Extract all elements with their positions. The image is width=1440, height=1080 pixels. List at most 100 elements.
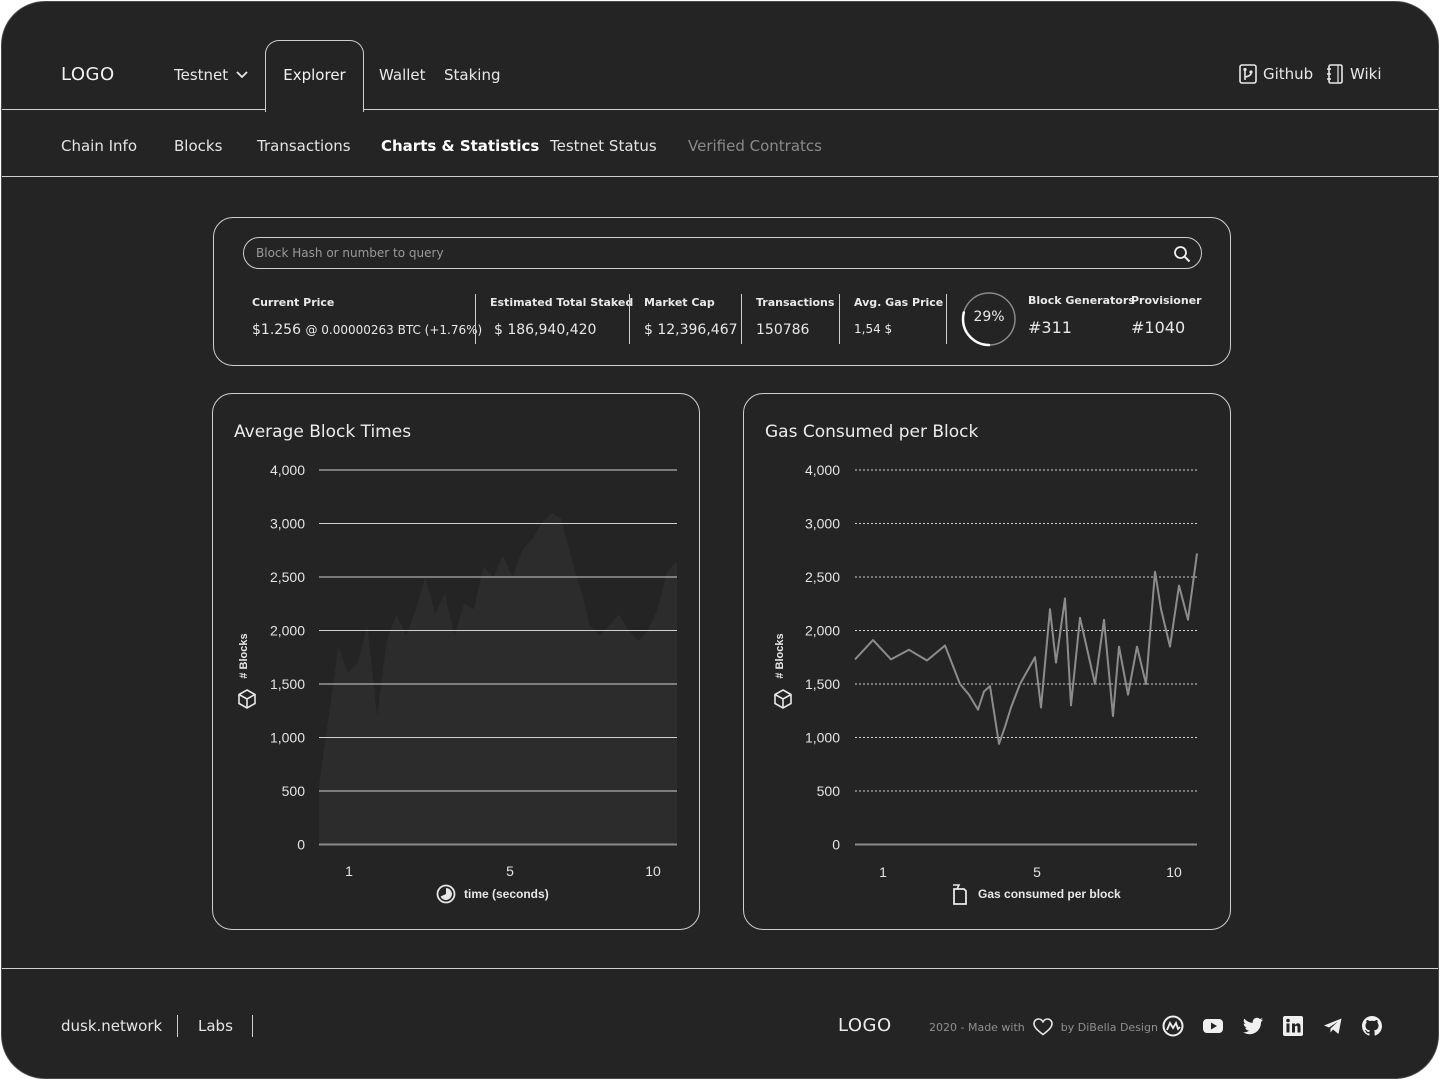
stat-label: Estimated Total Staked xyxy=(490,296,634,309)
stat-value: 150786 xyxy=(756,322,810,338)
github-link[interactable]: Github xyxy=(1239,64,1313,84)
y-tick-label: 4,000 xyxy=(805,462,840,478)
github-link-label: Github xyxy=(1263,65,1314,83)
y-axis-label: # Blocks xyxy=(238,633,250,678)
stat-market-cap: Market Cap $ 12,396,467 xyxy=(644,296,738,338)
search-bar xyxy=(243,237,1202,269)
stat-transactions: Transactions 150786 xyxy=(756,296,834,338)
tab-explorer-label: Explorer xyxy=(283,66,346,84)
coinmarketcap-icon[interactable] xyxy=(1162,1015,1184,1037)
stat-value: $ 186,940,420 xyxy=(494,322,597,338)
network-selector[interactable]: Testnet xyxy=(174,66,248,84)
y-tick-label: 2,000 xyxy=(805,623,840,639)
subnav-transactions[interactable]: Transactions xyxy=(257,137,351,155)
stat-label: Transactions xyxy=(756,296,835,309)
stat-label: Avg. Gas Price xyxy=(854,296,944,309)
credit-prefix: 2020 - Made with xyxy=(929,1020,1025,1034)
footer-credit: 2020 - Made with by DiBella Design xyxy=(929,1018,1158,1036)
stat-total-staked: Estimated Total Staked $ 186,940,420 xyxy=(490,296,633,338)
x-tick-label: 5 xyxy=(506,863,514,879)
stat-value: #1040 xyxy=(1131,318,1186,337)
y-tick-label: 1,000 xyxy=(270,730,305,746)
stat-value: $1.256 @ 0.00000263 BTC (+1.76%) xyxy=(252,322,482,338)
clock-icon xyxy=(436,884,456,904)
chart-card-block-times: Average Block Times 4,000 3,000 2,500 2,000… xyxy=(212,393,700,930)
wiki-link-label: Wiki xyxy=(1350,65,1382,83)
fuel-can-icon xyxy=(953,884,967,905)
y-tick-label: 3,000 xyxy=(270,516,305,532)
top-nav: LOGO Testnet Explorer Wallet Staking Git… xyxy=(2,2,1438,112)
x-axis-label: time (seconds) xyxy=(464,887,549,901)
search-icon[interactable] xyxy=(1173,245,1191,263)
cube-icon xyxy=(774,689,792,709)
divider xyxy=(839,294,840,344)
y-tick-label: 2,500 xyxy=(805,569,840,585)
chart-gas-consumed: 4,000 3,000 2,500 2,000 1,500 1,000 500 0 1 5 10 # … xyxy=(774,462,1198,905)
tab-staking[interactable]: Staking xyxy=(444,66,500,84)
stat-label: Market Cap xyxy=(644,296,715,309)
subnav-charts-statistics[interactable]: Charts & Statistics xyxy=(381,137,539,155)
notebook-icon xyxy=(1327,64,1343,84)
y-axis-label: # Blocks xyxy=(774,633,786,678)
y-tick-label: 2,000 xyxy=(270,623,305,639)
cube-icon xyxy=(238,689,256,709)
footer: dusk.network Labs LOGO 2020 - Made with … xyxy=(2,968,1438,1078)
y-tick-label: 3,000 xyxy=(805,516,840,532)
tab-explorer[interactable]: Explorer xyxy=(265,40,364,112)
x-axis-label: Gas consumed per block xyxy=(978,887,1121,901)
divider xyxy=(946,294,947,344)
credit-suffix: by DiBella Design xyxy=(1060,1020,1158,1034)
divider xyxy=(177,1015,178,1037)
subnav-blocks[interactable]: Blocks xyxy=(174,137,222,155)
x-tick-label: 10 xyxy=(645,863,661,879)
subnav-chain-info[interactable]: Chain Info xyxy=(61,137,137,155)
heart-icon xyxy=(1032,1018,1053,1036)
footer-link-labs[interactable]: Labs xyxy=(198,1017,233,1035)
y-tick-label: 500 xyxy=(817,783,841,799)
area-series xyxy=(319,512,677,845)
stat-provisioner: Provisioner #1040 xyxy=(1131,294,1202,337)
stat-block-generators: Block Generators #311 xyxy=(1028,294,1135,337)
youtube-icon[interactable] xyxy=(1202,1015,1224,1037)
stat-value: $ 12,396,467 xyxy=(644,322,738,338)
wiki-link[interactable]: Wiki xyxy=(1326,64,1382,84)
current-price-usd: $1.256 xyxy=(252,322,301,338)
divider xyxy=(629,294,630,344)
telegram-icon[interactable] xyxy=(1322,1015,1344,1037)
y-tick-label: 1,000 xyxy=(805,730,840,746)
stat-current-price: Current Price $1.256 @ 0.00000263 BTC (+… xyxy=(252,296,482,338)
y-tick-label: 2,500 xyxy=(270,569,305,585)
tab-wallet[interactable]: Wallet xyxy=(379,66,426,84)
y-tick-label: 500 xyxy=(282,783,306,799)
sub-nav: Chain Info Blocks Transactions Charts & … xyxy=(2,110,1438,177)
logo[interactable]: LOGO xyxy=(61,64,115,85)
search-input[interactable] xyxy=(256,246,1156,260)
footer-link-dusk-network[interactable]: dusk.network xyxy=(61,1017,162,1035)
y-tick-label: 1,500 xyxy=(270,676,305,692)
chart-average-block-times: 4,000 3,000 2,500 2,000 1,500 1,000 500 0 1 5 10 # … xyxy=(238,462,677,904)
app-window: LOGO Testnet Explorer Wallet Staking Git… xyxy=(1,1,1439,1079)
stat-label: Block Generators xyxy=(1028,294,1135,307)
divider xyxy=(741,294,742,344)
stat-gas-price: Avg. Gas Price 1,54 $ xyxy=(854,296,943,336)
github-icon[interactable] xyxy=(1361,1015,1383,1037)
chart-card-gas-consumed: Gas Consumed per Block 4,000 3,000 2,500 2,… xyxy=(743,393,1231,930)
x-tick-label: 10 xyxy=(1166,864,1182,880)
subnav-testnet-status[interactable]: Testnet Status xyxy=(550,137,657,155)
chevron-down-icon xyxy=(236,71,248,79)
twitter-icon[interactable] xyxy=(1242,1015,1264,1037)
footer-logo[interactable]: LOGO xyxy=(838,1015,892,1036)
x-tick-label: 5 xyxy=(1033,864,1041,880)
stat-label: Current Price xyxy=(252,296,335,309)
stat-value: #311 xyxy=(1028,318,1072,337)
github-branch-icon xyxy=(1239,64,1257,84)
current-price-btc: @ 0.00000263 BTC (+1.76%) xyxy=(305,323,483,337)
divider xyxy=(252,1015,253,1037)
y-tick-label: 0 xyxy=(832,837,840,853)
y-tick-label: 0 xyxy=(297,837,305,853)
linkedin-icon[interactable] xyxy=(1282,1015,1304,1037)
stat-value: 1,54 $ xyxy=(854,322,893,336)
progress-ring-percent: 29% xyxy=(973,309,1005,325)
x-tick-label: 1 xyxy=(345,863,353,879)
stat-label: Provisioner xyxy=(1131,294,1202,307)
